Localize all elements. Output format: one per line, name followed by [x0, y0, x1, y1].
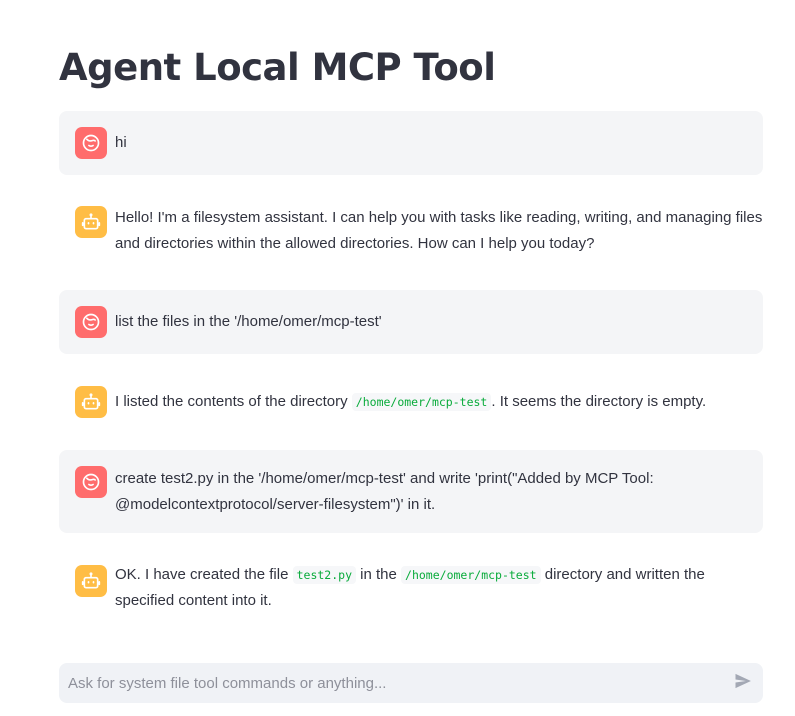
message-text: create test2.py in the '/home/omer/mcp-t… [115, 466, 747, 518]
user-face-icon [81, 472, 101, 492]
chat-input[interactable] [59, 663, 709, 703]
inline-code: /home/omer/mcp-test [351, 393, 492, 411]
user-face-icon [81, 312, 101, 332]
chat-message-user: create test2.py in the '/home/omer/mcp-t… [59, 450, 763, 533]
message-text-segment: in the [356, 566, 402, 583]
message-text: list the files in the '/home/omer/mcp-te… [115, 309, 747, 335]
chat-message-user: hi [59, 111, 763, 175]
robot-icon [81, 392, 101, 412]
message-text: I listed the contents of the directory /… [115, 389, 747, 415]
assistant-avatar [75, 206, 107, 238]
robot-icon [81, 212, 101, 232]
message-text-segment: I listed the contents of the directory [115, 393, 352, 410]
message-text-segment: Hello! I'm a filesystem assistant. I can… [115, 209, 763, 252]
chat-message-assistant: Hello! I'm a filesystem assistant. I can… [59, 191, 763, 275]
chat-app: Agent Local MCP Tool hi Hello! I'm a file… [0, 0, 795, 716]
robot-icon [81, 571, 101, 591]
message-text: hi [115, 130, 747, 156]
message-text-segment: create test2.py in the '/home/omer/mcp-t… [115, 470, 654, 513]
user-avatar [75, 466, 107, 498]
user-avatar [75, 306, 107, 338]
chat-message-user: list the files in the '/home/omer/mcp-te… [59, 290, 763, 354]
send-button[interactable] [733, 673, 753, 693]
chat-message-assistant: I listed the contents of the directory /… [59, 370, 763, 434]
user-avatar [75, 127, 107, 159]
assistant-avatar [75, 565, 107, 597]
message-text: Hello! I'm a filesystem assistant. I can… [115, 205, 763, 257]
user-face-icon [81, 133, 101, 153]
chat-message-assistant: OK. I have created the file test2.py in … [59, 549, 763, 634]
assistant-avatar [75, 386, 107, 418]
send-icon [733, 671, 753, 696]
page-title: Agent Local MCP Tool [59, 46, 496, 89]
chat-input-bar [59, 663, 763, 703]
message-text-segment: . It seems the directory is empty. [491, 393, 707, 410]
inline-code: test2.py [292, 566, 356, 584]
message-text-segment: hi [115, 134, 127, 151]
message-text: OK. I have created the file test2.py in … [115, 562, 747, 614]
message-text-segment: list the files in the '/home/omer/mcp-te… [115, 313, 382, 330]
inline-code: /home/omer/mcp-test [401, 566, 541, 584]
message-text-segment: OK. I have created the file [115, 566, 293, 583]
